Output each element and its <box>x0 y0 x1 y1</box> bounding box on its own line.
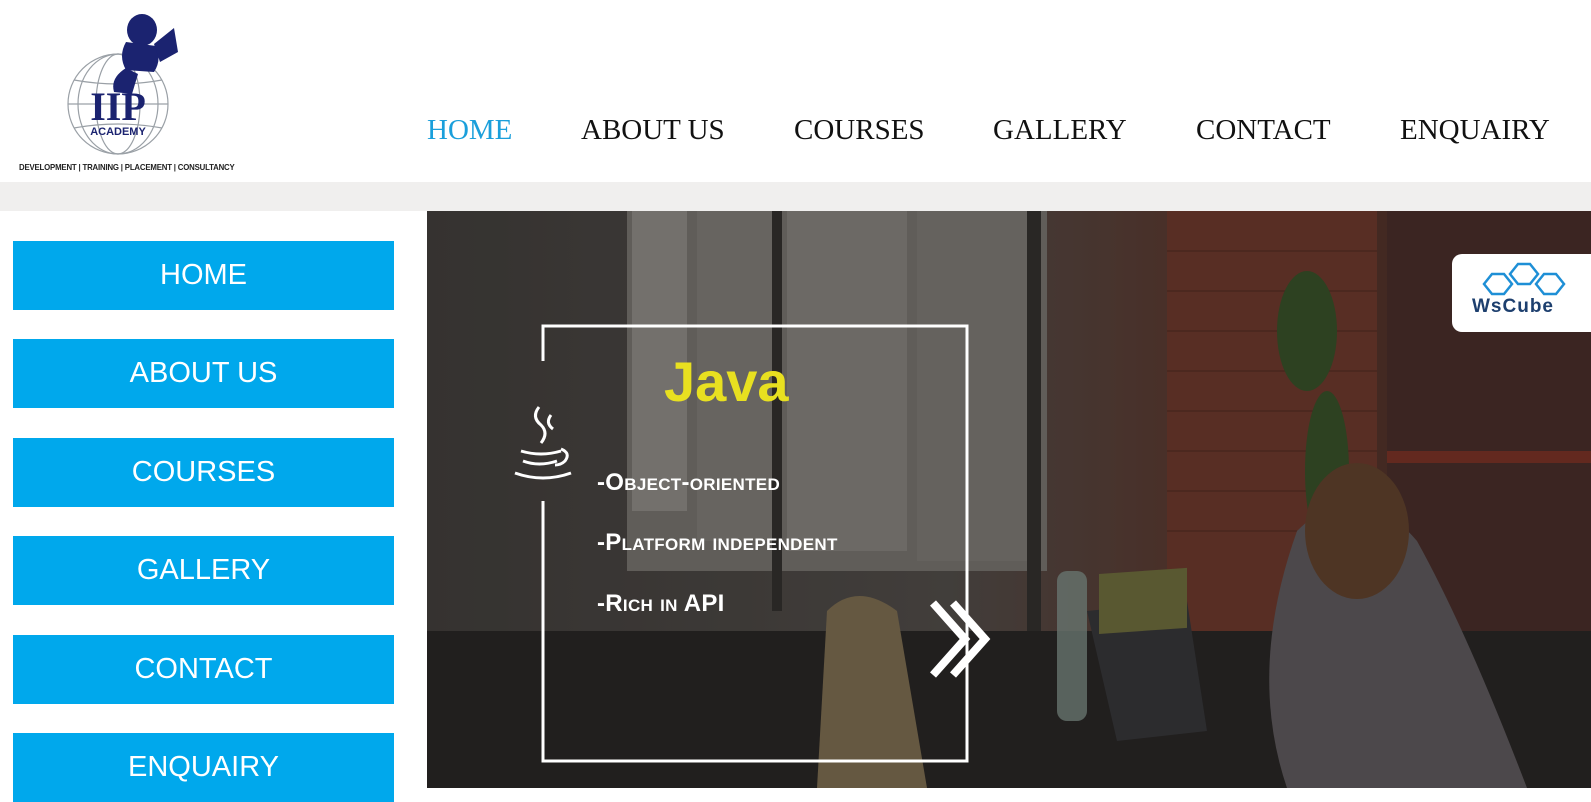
logo-subtitle: ACADEMY <box>90 126 146 138</box>
sidebar-item-courses[interactable]: COURSES <box>13 438 394 507</box>
banner-background <box>427 211 1591 788</box>
sidebar-item-home[interactable]: HOME <box>13 241 394 310</box>
top-nav-contact[interactable]: CONTACT <box>1196 114 1331 147</box>
header-divider-band <box>0 182 1591 211</box>
watermark-badge: WsCube <box>1452 254 1591 332</box>
logo-tagline: DEVELOPMENT | TRAINING | PLACEMENT | CON… <box>19 162 235 172</box>
sidebar-item-about-us[interactable]: ABOUT US <box>13 339 394 408</box>
hexagon-logo-icon <box>1482 262 1566 296</box>
top-nav-home[interactable]: HOME <box>427 114 512 147</box>
site-header: IIP ACADEMY DEVELOPMENT | TRAINING | PLA… <box>0 0 1591 182</box>
watermark-text: WsCube <box>1472 296 1554 317</box>
feature-item: -Platform independent <box>597 529 838 556</box>
top-nav-enquairy[interactable]: ENQUAIRY <box>1400 114 1550 147</box>
logo-title: IIP <box>90 84 146 129</box>
java-course-banner[interactable]: Java -Object-oriented -Platform independ… <box>427 211 1591 788</box>
sidebar-item-contact[interactable]: CONTACT <box>13 635 394 704</box>
top-nav-courses[interactable]: COURSES <box>794 114 925 147</box>
sidebar-item-gallery[interactable]: GALLERY <box>13 536 394 605</box>
top-nav-about-us[interactable]: ABOUT US <box>581 114 725 147</box>
logo-icon: IIP ACADEMY <box>67 14 178 155</box>
feature-item: -Object-oriented <box>597 469 781 496</box>
logo[interactable]: IIP ACADEMY <box>14 8 224 176</box>
sidebar-item-enquairy[interactable]: ENQUAIRY <box>13 733 394 802</box>
feature-item: -Rich in API <box>597 590 725 617</box>
top-nav-gallery[interactable]: GALLERY <box>993 114 1127 147</box>
banner-title: Java <box>664 350 789 413</box>
